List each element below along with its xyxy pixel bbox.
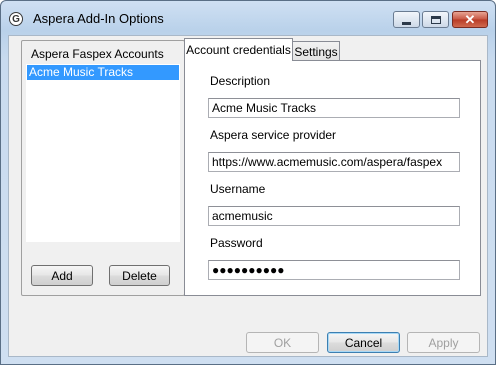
maximize-button[interactable] bbox=[422, 11, 449, 28]
account-list-item[interactable]: Acme Music Tracks bbox=[27, 65, 179, 80]
close-button[interactable]: ✕ bbox=[452, 11, 488, 28]
window-title: Aspera Add-In Options bbox=[33, 11, 164, 26]
username-label: Username bbox=[210, 182, 266, 196]
password-field[interactable]: ●●●●●●●●●● bbox=[208, 260, 460, 280]
minimize-icon bbox=[402, 21, 411, 25]
accounts-list[interactable]: Acme Music Tracks bbox=[25, 63, 181, 243]
account-credentials-panel: Description Acme Music Tracks Aspera ser… bbox=[184, 60, 481, 296]
dialog-body: Aspera Faspex Accounts Acme Music Tracks… bbox=[8, 35, 488, 357]
tab-settings[interactable]: Settings bbox=[292, 41, 340, 61]
accounts-group-title: Aspera Faspex Accounts bbox=[31, 47, 164, 61]
options-window: G Aspera Add-In Options ✕ Aspera Faspex … bbox=[0, 0, 496, 365]
ok-button[interactable]: OK bbox=[246, 332, 319, 353]
close-icon: ✕ bbox=[464, 12, 476, 27]
apply-button[interactable]: Apply bbox=[407, 332, 480, 353]
tab-account-credentials[interactable]: Account credentials bbox=[184, 38, 293, 61]
cancel-button[interactable]: Cancel bbox=[327, 332, 400, 353]
title-bar[interactable]: G Aspera Add-In Options ✕ bbox=[1, 1, 495, 37]
description-label: Description bbox=[210, 74, 271, 88]
password-label: Password bbox=[210, 236, 263, 250]
service-provider-field[interactable]: https://www.acmemusic.com/aspera/faspex bbox=[208, 152, 460, 172]
add-account-button[interactable]: Add bbox=[31, 265, 93, 286]
description-field[interactable]: Acme Music Tracks bbox=[208, 98, 460, 118]
delete-account-button[interactable]: Delete bbox=[109, 265, 170, 286]
service-provider-label: Aspera service provider bbox=[210, 128, 337, 142]
minimize-button[interactable] bbox=[393, 11, 420, 28]
maximize-icon bbox=[430, 15, 441, 24]
accounts-group: Aspera Faspex Accounts Acme Music Tracks… bbox=[21, 40, 185, 296]
aspera-app-icon[interactable]: G bbox=[9, 12, 23, 26]
username-field[interactable]: acmemusic bbox=[208, 206, 460, 226]
